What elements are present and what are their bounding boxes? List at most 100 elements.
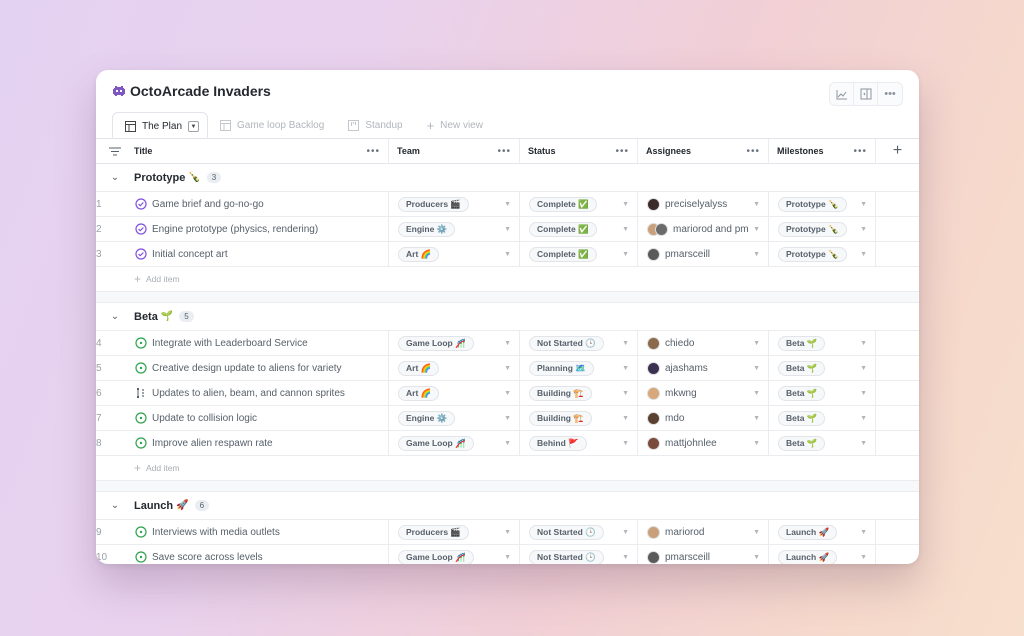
chevron-down-icon[interactable]: ▼ [504,340,511,347]
table-row[interactable]: 7 Update to collision logic Engine ⚙️ ▼ … [96,406,919,431]
chevron-down-icon[interactable]: ▼ [753,529,760,536]
chevron-down-icon[interactable]: ▼ [622,415,629,422]
table-row[interactable]: 6 Updates to alien, beam, and cannon spr… [96,381,919,406]
item-title[interactable]: Improve alien respawn rate [152,438,273,449]
item-title[interactable]: Integrate with Leaderboard Service [152,338,308,349]
chevron-down-icon[interactable]: ▼ [753,440,760,447]
team-cell[interactable]: Game Loop 🎢 ▼ [388,431,519,455]
chevron-down-icon[interactable]: ▼ [860,365,867,372]
assignees-cell[interactable]: ajashams ▼ [637,356,768,380]
title-cell[interactable]: Updates to alien, beam, and cannon sprit… [134,381,388,405]
group-header[interactable]: ⌄ Launch 🚀 6 [96,492,919,520]
team-cell[interactable]: Game Loop 🎢 ▼ [388,331,519,355]
title-cell[interactable]: Save score across levels [134,545,388,564]
chevron-down-icon[interactable]: ▼ [622,201,629,208]
status-cell[interactable]: Complete ✅ ▼ [519,242,637,266]
chevron-down-icon[interactable]: ▼ [622,365,629,372]
chevron-down-icon[interactable]: ▼ [860,440,867,447]
title-cell[interactable]: Interviews with media outlets [134,520,388,544]
new-view-button[interactable]: + New view [415,112,495,139]
team-cell[interactable]: Producers 🎬 ▼ [388,192,519,216]
chevron-down-icon[interactable]: ▼ [753,226,760,233]
milestone-cell[interactable]: Launch 🚀 ▼ [768,545,875,564]
chevron-down-icon[interactable]: ▼ [753,340,760,347]
chevron-down-icon[interactable]: ▼ [622,226,629,233]
assignees-cell[interactable]: mkwng ▼ [637,381,768,405]
milestone-cell[interactable]: Beta 🌱 ▼ [768,331,875,355]
assignees-cell[interactable]: pmarsceill ▼ [637,545,768,564]
team-cell[interactable]: Game Loop 🎢 ▼ [388,545,519,564]
chevron-down-icon[interactable]: ▼ [860,251,867,258]
chevron-down-icon[interactable]: ▼ [622,554,629,561]
chevron-down-icon[interactable]: ▼ [753,365,760,372]
column-menu-icon[interactable]: ••• [746,146,760,157]
chevron-down-icon[interactable]: ▼ [504,365,511,372]
table-row[interactable]: 9 Interviews with media outlets Producer… [96,520,919,545]
add-column-button[interactable]: + [875,139,919,163]
chevron-down-icon[interactable]: ▼ [504,251,511,258]
group-header[interactable]: ⌄ Beta 🌱 5 [96,303,919,331]
table-row[interactable]: 8 Improve alien respawn rate Game Loop 🎢… [96,431,919,456]
title-cell[interactable]: Initial concept art [134,242,388,266]
assignees-cell[interactable]: mariorod ▼ [637,520,768,544]
chevron-down-icon[interactable]: ▼ [860,201,867,208]
chevron-down-icon[interactable]: ▼ [860,390,867,397]
tab-the-plan[interactable]: The Plan ▼ [112,112,209,140]
chevron-down-icon[interactable]: ▼ [504,226,511,233]
column-header-assignees[interactable]: Assignees ••• [637,139,768,163]
chevron-down-icon[interactable]: ▼ [622,440,629,447]
chevron-down-icon[interactable]: ▼ [753,554,760,561]
title-cell[interactable]: Improve alien respawn rate [134,431,388,455]
tab-game-loop-backlog[interactable]: Game loop Backlog [208,112,336,139]
assignees-cell[interactable]: pmarsceill ▼ [637,242,768,266]
milestone-cell[interactable]: Prototype 🍾 ▼ [768,242,875,266]
milestone-cell[interactable]: Launch 🚀 ▼ [768,520,875,544]
chevron-down-icon[interactable]: ▼ [753,251,760,258]
group-header[interactable]: ⌄ Prototype 🍾 3 [96,164,919,192]
chevron-down-icon[interactable]: ▼ [504,390,511,397]
chevron-down-icon[interactable]: ▼ [622,390,629,397]
table-row[interactable]: 10 Save score across levels Game Loop 🎢 … [96,545,919,564]
title-cell[interactable]: Creative design update to aliens for var… [134,356,388,380]
table-row[interactable]: 3 Initial concept art Art 🌈 ▼ Complete ✅… [96,242,919,267]
add-item-button[interactable]: + Add item [96,456,919,480]
status-cell[interactable]: Behind 🚩 ▼ [519,431,637,455]
chevron-down-icon[interactable]: ▼ [622,251,629,258]
team-cell[interactable]: Art 🌈 ▼ [388,356,519,380]
status-cell[interactable]: Not Started 🕒 ▼ [519,545,637,564]
more-options-button[interactable]: ••• [878,83,902,105]
chevron-down-icon[interactable]: ▼ [504,554,511,561]
item-title[interactable]: Save score across levels [152,552,263,563]
table-row[interactable]: 2 Engine prototype (physics, rendering) … [96,217,919,242]
column-header-status[interactable]: Status ••• [519,139,637,163]
status-cell[interactable]: Building 🏗️ ▼ [519,381,637,405]
status-cell[interactable]: Building 🏗️ ▼ [519,406,637,430]
milestone-cell[interactable]: Beta 🌱 ▼ [768,406,875,430]
item-title[interactable]: Interviews with media outlets [152,527,280,538]
chevron-down-icon[interactable]: ▼ [753,415,760,422]
item-title[interactable]: Game brief and go-no-go [152,199,264,210]
view-options-dropdown[interactable]: ▼ [188,121,200,132]
chevron-down-icon[interactable]: ▼ [504,440,511,447]
chevron-down-icon[interactable]: ▼ [860,415,867,422]
tab-standup[interactable]: Standup [336,112,414,139]
item-title[interactable]: Engine prototype (physics, rendering) [152,224,318,235]
column-menu-icon[interactable]: ••• [497,146,511,157]
status-cell[interactable]: Not Started 🕒 ▼ [519,520,637,544]
column-header-milestones[interactable]: Milestones ••• [768,139,875,163]
milestone-cell[interactable]: Prototype 🍾 ▼ [768,217,875,241]
title-cell[interactable]: Game brief and go-no-go [134,192,388,216]
assignees-cell[interactable]: chiedo ▼ [637,331,768,355]
column-menu-icon[interactable]: ••• [615,146,629,157]
column-menu-icon[interactable]: ••• [853,146,867,157]
team-cell[interactable]: Engine ⚙️ ▼ [388,217,519,241]
column-header-team[interactable]: Team ••• [388,139,519,163]
chevron-down-icon[interactable]: ▼ [860,529,867,536]
team-cell[interactable]: Art 🌈 ▼ [388,381,519,405]
filter-icon[interactable] [96,147,134,156]
milestone-cell[interactable]: Beta 🌱 ▼ [768,431,875,455]
table-row[interactable]: 4 Integrate with Leaderboard Service Gam… [96,331,919,356]
chevron-down-icon[interactable]: ⌄ [96,500,134,511]
title-cell[interactable]: Engine prototype (physics, rendering) [134,217,388,241]
chevron-down-icon[interactable]: ▼ [753,201,760,208]
